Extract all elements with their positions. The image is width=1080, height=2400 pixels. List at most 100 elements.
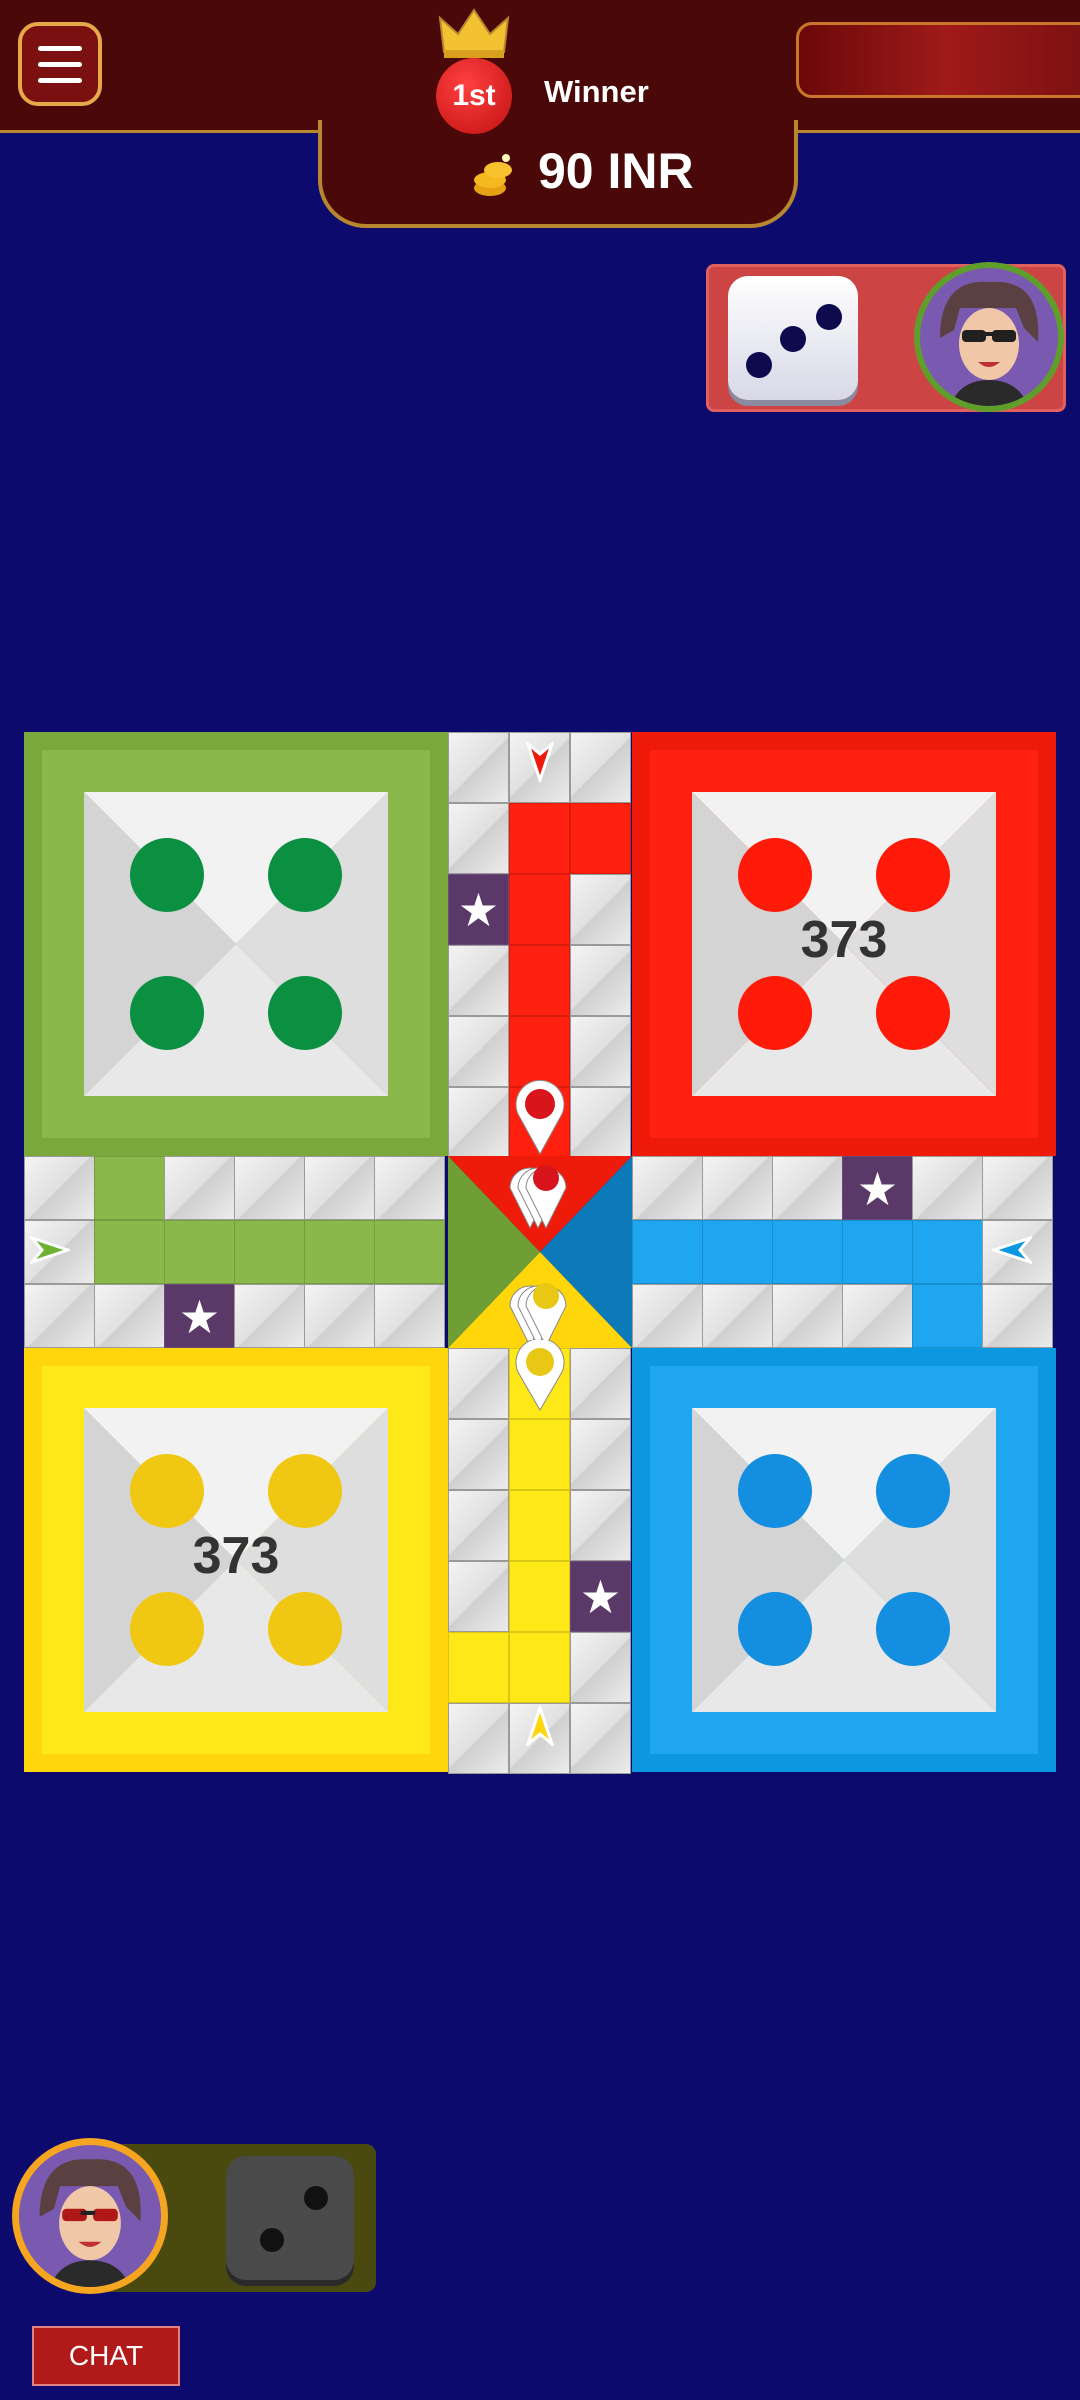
track-cell	[570, 1703, 631, 1774]
track-cell	[448, 1561, 509, 1632]
blue-start-cell	[912, 1284, 983, 1348]
track-cell	[570, 1016, 631, 1087]
yellow-yard: 373	[24, 1348, 448, 1772]
track-cell	[164, 1156, 235, 1220]
blue-yard	[632, 1348, 1056, 1772]
coins-icon	[474, 154, 512, 196]
track-cell	[234, 1284, 305, 1348]
red-token-pin[interactable]	[514, 1080, 566, 1156]
chat-button[interactable]: CHAT	[32, 2326, 180, 2386]
opponent-avatar-icon	[914, 262, 1064, 412]
red-home-lane-cell	[509, 874, 570, 945]
top-right-button[interactable]	[796, 22, 1080, 98]
track-cell	[702, 1156, 773, 1220]
track-cell	[448, 1703, 509, 1774]
green-entry-arrow-icon	[30, 1236, 70, 1264]
track-cell	[24, 1284, 95, 1348]
red-home-lane-cell	[509, 1016, 570, 1087]
crown-icon	[438, 8, 510, 58]
track-cell	[448, 1419, 509, 1490]
yellow-token-spot[interactable]	[130, 1454, 204, 1528]
blue-home-lane-cell	[842, 1220, 913, 1284]
red-home-lane-cell	[509, 945, 570, 1016]
yellow-entry-arrow-icon	[526, 1706, 554, 1746]
track-cell	[374, 1284, 445, 1348]
yellow-token-spot[interactable]	[268, 1592, 342, 1666]
blue-token-spot[interactable]	[738, 1454, 812, 1528]
yellow-home-lane-cell	[509, 1561, 570, 1632]
green-token-spot[interactable]	[130, 838, 204, 912]
track-cell	[570, 874, 631, 945]
track-cell	[448, 945, 509, 1016]
blue-token-spot[interactable]	[876, 1592, 950, 1666]
track-cell	[570, 1087, 631, 1158]
track-cell	[570, 1419, 631, 1490]
player-dice-button[interactable]	[226, 2156, 354, 2280]
track-cell	[304, 1284, 375, 1348]
green-home-lane-cell	[234, 1220, 305, 1284]
track-cell	[448, 1490, 509, 1561]
track-cell	[772, 1284, 843, 1348]
track-cell	[570, 945, 631, 1016]
red-token-spot[interactable]	[738, 838, 812, 912]
safe-star-icon: ★	[164, 1284, 235, 1348]
blue-token-spot[interactable]	[738, 1592, 812, 1666]
track-cell	[982, 1156, 1053, 1220]
track-cell	[374, 1156, 445, 1220]
ludo-board: 373 373 ★ ★ ★ ★	[24, 732, 1056, 1774]
red-token-stack[interactable]	[504, 1150, 576, 1230]
red-token-spot[interactable]	[738, 976, 812, 1050]
red-home: 373	[692, 792, 996, 1096]
track-cell	[632, 1156, 703, 1220]
blue-home-lane-cell	[702, 1220, 773, 1284]
track-cell	[448, 1016, 509, 1087]
yellow-home: 373	[84, 1408, 388, 1712]
red-token-spot[interactable]	[876, 976, 950, 1050]
green-home	[84, 792, 388, 1096]
green-yard	[24, 732, 448, 1156]
safe-star-icon: ★	[842, 1156, 913, 1220]
green-home-lane-cell	[304, 1220, 375, 1284]
track-cell	[448, 1087, 509, 1158]
red-token-spot[interactable]	[876, 838, 950, 912]
track-cell	[842, 1284, 913, 1348]
green-start-cell	[94, 1156, 165, 1220]
yellow-home-lane-cell	[509, 1490, 570, 1561]
opponent-dice-icon	[728, 276, 858, 400]
yellow-home-lane-cell	[509, 1632, 570, 1703]
menu-button[interactable]	[18, 22, 102, 106]
green-token-spot[interactable]	[130, 976, 204, 1050]
red-home-lane-cell	[509, 803, 570, 874]
player-avatar-icon	[12, 2138, 168, 2294]
green-token-spot[interactable]	[268, 976, 342, 1050]
track-cell	[570, 1490, 631, 1561]
green-home-lane-cell	[164, 1220, 235, 1284]
blue-token-spot[interactable]	[876, 1454, 950, 1528]
track-cell	[448, 732, 509, 803]
track-cell	[632, 1284, 703, 1348]
green-token-spot[interactable]	[268, 838, 342, 912]
track-cell	[94, 1284, 165, 1348]
track-cell	[570, 1632, 631, 1703]
yellow-token-spot[interactable]	[130, 1592, 204, 1666]
yellow-start-cell	[448, 1632, 509, 1703]
track-cell	[982, 1284, 1053, 1348]
safe-star-icon: ★	[448, 874, 509, 945]
track-cell	[304, 1156, 375, 1220]
track-cell	[912, 1156, 983, 1220]
track-cell	[448, 803, 509, 874]
yellow-home-lane-cell	[509, 1419, 570, 1490]
green-home-lane-cell	[374, 1220, 445, 1284]
track-cell	[234, 1156, 305, 1220]
yellow-token-pin[interactable]	[514, 1340, 566, 1412]
yellow-token-stack[interactable]	[504, 1268, 576, 1348]
blue-home	[692, 1408, 996, 1712]
blue-home-lane-cell	[632, 1220, 703, 1284]
track-cell	[702, 1284, 773, 1348]
blue-home-lane-cell	[772, 1220, 843, 1284]
red-entry-arrow-icon	[526, 742, 554, 782]
blue-entry-arrow-icon	[992, 1236, 1032, 1264]
winner-label: Winner	[544, 74, 649, 109]
red-start-cell	[570, 803, 631, 874]
yellow-token-spot[interactable]	[268, 1454, 342, 1528]
